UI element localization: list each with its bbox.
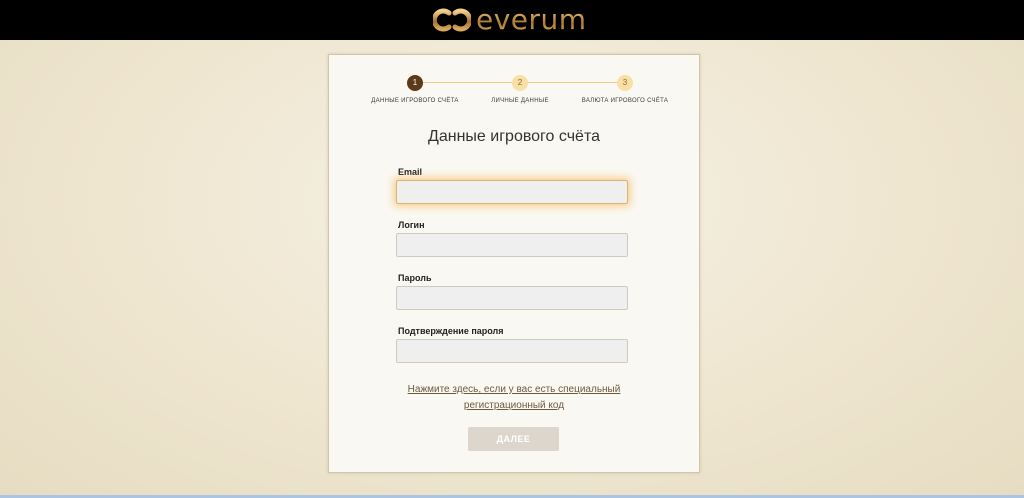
top-bar: everum [0, 0, 1024, 40]
email-field[interactable] [396, 180, 628, 204]
login-label: Логин [398, 220, 425, 230]
logo-text: everum [476, 3, 587, 36]
registration-code-link-line2: регистрационный код [463, 400, 565, 411]
step-1-label: ДАННЫЕ ИГРОВОГО СЧЁТА [371, 98, 459, 104]
password-confirm-field[interactable] [396, 339, 628, 363]
step-2-indicator: 2 [512, 75, 528, 91]
step-1-indicator: 1 [407, 75, 423, 91]
step-3-label: ВАЛЮТА ИГРОВОГО СЧЁТА [581, 98, 669, 104]
everum-logo[interactable]: everum [433, 5, 587, 35]
next-button[interactable]: ДАЛЕЕ [468, 427, 559, 451]
registration-code-link[interactable]: Нажмите здесь, если у вас есть специальн… [329, 382, 699, 414]
password-confirm-label: Подтверждение пароля [398, 326, 504, 336]
registration-code-link-line1: Нажмите здесь, если у вас есть специальн… [407, 384, 621, 395]
password-field[interactable] [396, 286, 628, 310]
step-2-label: ЛИЧНЫЕ ДАННЫЕ [491, 98, 549, 104]
step-3-indicator: 3 [617, 75, 633, 91]
email-label: Email [398, 167, 423, 177]
form-title: Данные игрового счёта [428, 128, 600, 145]
everum-logo-icon [433, 8, 471, 32]
registration-card: 1 2 3 ДАННЫЕ ИГРОВОГО СЧЁТА ЛИЧНЫЕ ДАННЫ… [328, 54, 700, 473]
login-field[interactable] [396, 233, 628, 257]
password-label: Пароль [398, 273, 432, 283]
